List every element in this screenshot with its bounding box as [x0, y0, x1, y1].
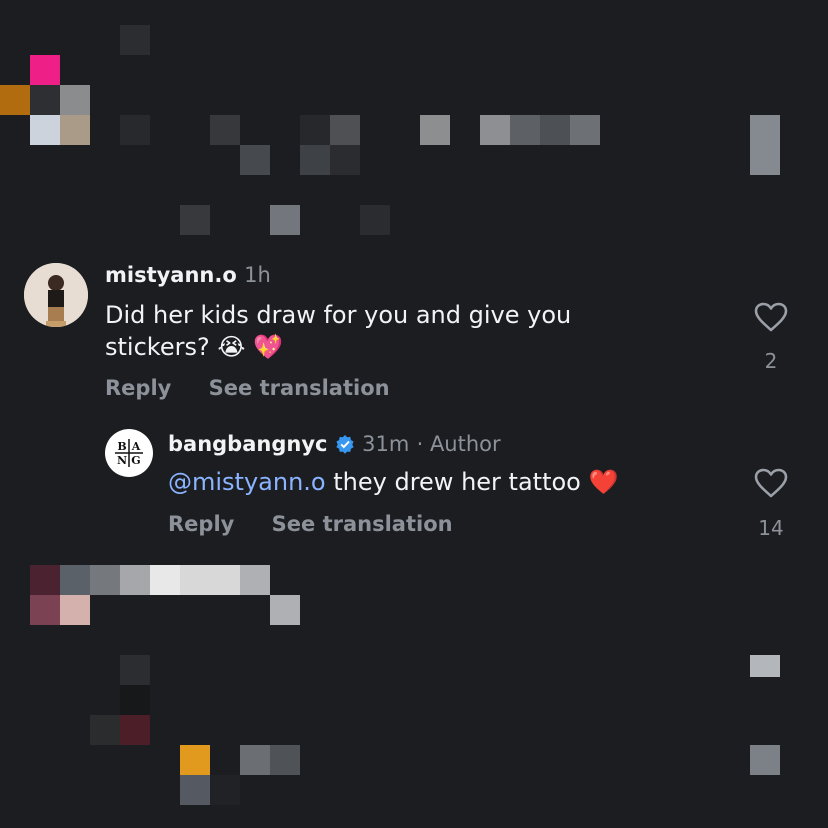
see-translation-button[interactable]: See translation — [209, 376, 390, 400]
reply-button[interactable]: Reply — [168, 512, 234, 536]
reply-text: @mistyann.o they drew her tattoo ❤️ — [168, 466, 728, 498]
username-link[interactable]: bangbangnyc — [168, 432, 327, 456]
author-label: · Author — [416, 432, 501, 456]
comment-username[interactable]: mistyann.o 1h — [105, 263, 271, 287]
reply-text-words: they drew her tattoo — [333, 468, 581, 496]
comment-text-line-2-words: stickers? — [105, 333, 210, 361]
reply-actions: Reply See translation — [168, 512, 483, 536]
bang-logo-icon: B A N G — [115, 439, 143, 467]
comment-text-line-1: Did her kids draw for you and give you — [105, 301, 572, 329]
profile-photo-icon — [24, 263, 88, 327]
comment-time: 1h — [244, 263, 271, 287]
logo-letter-a: A — [131, 440, 141, 453]
heart-emoji: ❤️ — [588, 468, 619, 496]
username-link[interactable]: mistyann.o — [105, 263, 237, 287]
heart-icon[interactable] — [754, 468, 788, 498]
verified-badge-icon — [336, 435, 354, 454]
logo-letter-b: B — [117, 440, 126, 453]
reply-button[interactable]: Reply — [105, 376, 171, 400]
comment-text: Did her kids draw for you and give you s… — [105, 299, 705, 363]
heart-icon[interactable] — [754, 302, 788, 332]
comment-mistyann: mistyann.o 1h Did her kids draw for you … — [0, 250, 828, 410]
avatar[interactable] — [24, 263, 88, 327]
like-count: 2 — [764, 349, 778, 373]
comment-actions: Reply See translation — [105, 376, 420, 400]
like-count: 14 — [758, 516, 784, 540]
comment-text-line-2: stickers? 😭 💖 — [105, 331, 705, 363]
emoji: 😭 💖 — [217, 333, 283, 361]
logo-letter-n: N — [117, 454, 127, 467]
see-translation-button[interactable]: See translation — [272, 512, 453, 536]
reply-avatar[interactable]: B A N G — [105, 429, 153, 477]
reply-bangbangnyc: B A N G bangbangnyc 31m · Author @mistya… — [0, 420, 828, 560]
mention-link[interactable]: @mistyann.o — [168, 468, 326, 496]
reply-username[interactable]: bangbangnyc 31m · Author — [168, 432, 501, 456]
reply-time: 31m — [362, 432, 410, 456]
logo-letter-g: G — [131, 454, 140, 467]
